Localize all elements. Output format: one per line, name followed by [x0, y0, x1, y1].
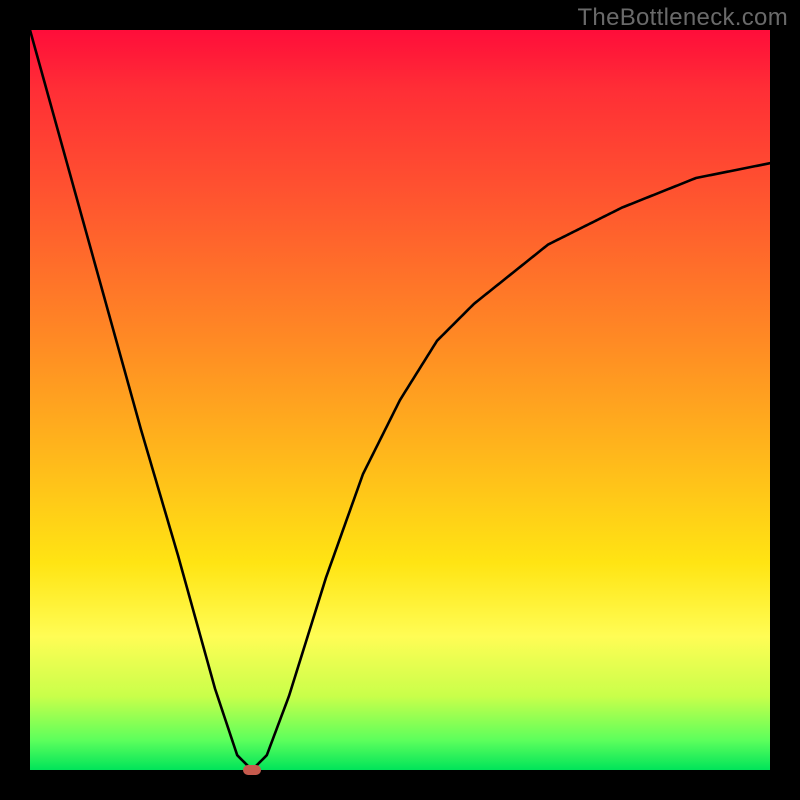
min-point-marker [243, 765, 261, 775]
watermark-text: TheBottleneck.com [577, 4, 788, 32]
chart-frame: TheBottleneck.com [0, 0, 800, 800]
plot-area [30, 30, 770, 770]
curve-line [30, 30, 770, 770]
